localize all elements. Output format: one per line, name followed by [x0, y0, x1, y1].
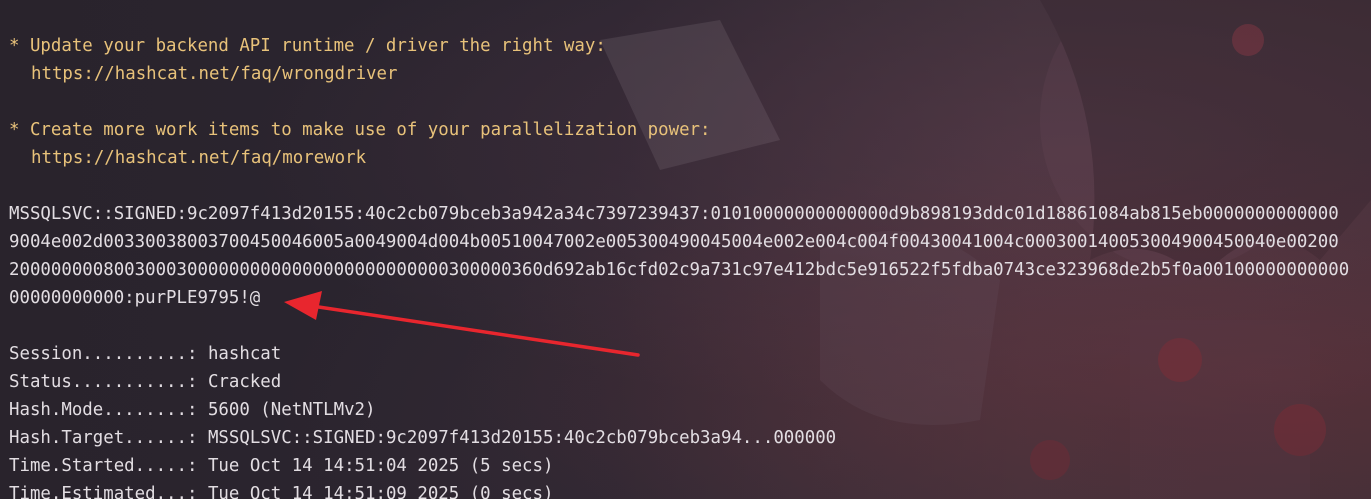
- status-row-time-started: Time.Started.....: Tue Oct 14 14:51:04 2…: [9, 452, 553, 480]
- status-label: Status...........:: [9, 372, 198, 392]
- status-value: Cracked: [207, 372, 282, 392]
- cracked-hash-line: 2000000008003000300000000000000000000000…: [9, 260, 1350, 280]
- status-label: Time.Estimated...:: [9, 484, 198, 499]
- status-value: Tue Oct 14 14:51:04 2025 (5 secs): [207, 456, 554, 476]
- status-row-hash-target: Hash.Target......: MSSQLSVC::SIGNED:9c20…: [9, 424, 836, 452]
- tip-bullet: * Update your backend API runtime / driv…: [9, 36, 606, 56]
- cracked-password-line: 00000000000:purPLE9795!@: [9, 288, 261, 308]
- status-value: MSSQLSVC::SIGNED:9c2097f413d20155:40c2cb…: [207, 428, 837, 448]
- terminal-window[interactable]: * Update your backend API runtime / driv…: [0, 0, 1371, 499]
- status-value: 5600 (NetNTLMv2): [207, 400, 376, 420]
- cracked-hash-line: 9004e002d00330038003700450046005a0049004…: [9, 232, 1339, 252]
- status-value: hashcat: [207, 344, 282, 364]
- tip-bullet: * Create more work items to make use of …: [9, 120, 711, 140]
- status-row-session: Session..........: hashcat: [9, 340, 281, 368]
- status-label: Hash.Target......:: [9, 428, 198, 448]
- status-row-status: Status...........: Cracked: [9, 368, 281, 396]
- tip-url-link[interactable]: https://hashcat.net/faq/wrongdriver: [31, 60, 397, 88]
- status-label: Hash.Mode........:: [9, 400, 198, 420]
- status-label: Session..........:: [9, 344, 198, 364]
- status-row-hash-mode: Hash.Mode........: 5600 (NetNTLMv2): [9, 396, 375, 424]
- cracked-hash-line: MSSQLSVC::SIGNED:9c2097f413d20155:40c2cb…: [9, 204, 1339, 224]
- status-label: Time.Started.....:: [9, 456, 198, 476]
- status-value: Tue Oct 14 14:51:09 2025 (0 secs): [207, 484, 554, 499]
- status-row-time-estimated: Time.Estimated...: Tue Oct 14 14:51:09 2…: [9, 480, 553, 499]
- tip-url-link[interactable]: https://hashcat.net/faq/morework: [31, 144, 366, 172]
